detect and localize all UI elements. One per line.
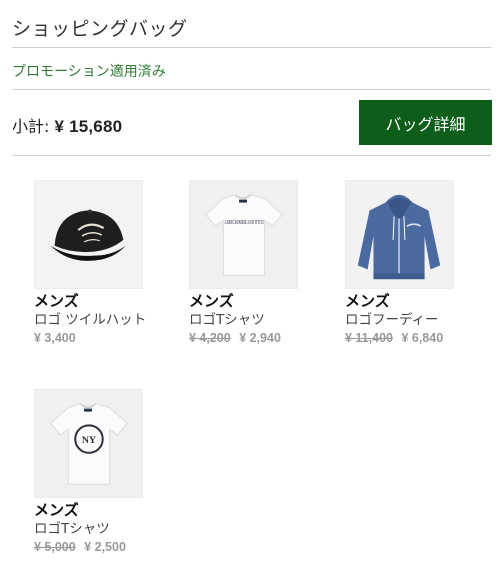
tshirt-image[interactable]: NY: [34, 389, 143, 498]
product-category: メンズ: [34, 501, 79, 519]
tshirt-print-text: ABERCROMBIE AND FITCH: [224, 219, 263, 226]
hoodie-image[interactable]: [345, 180, 454, 289]
product-current-price: ¥ 6,840: [401, 331, 444, 345]
product-price: ¥ 4,200 ¥ 2,940: [189, 330, 339, 347]
subtotal-amount: ¥ 15,680: [54, 117, 123, 136]
bag-detail-button[interactable]: バッグ詳細: [359, 100, 492, 145]
product-card[interactable]: ABERCROMBIE AND FITCH メンズ ロゴTシャツ ¥ 4,200…: [189, 180, 339, 347]
product-card[interactable]: NY メンズ ロゴTシャツ ¥ 5,000 ¥ 2,500: [34, 389, 184, 556]
product-original-price: ¥ 5,000: [34, 540, 76, 554]
divider: [12, 89, 491, 90]
page-title: ショッピングバッグ: [12, 18, 188, 40]
cap-image[interactable]: [34, 180, 143, 289]
product-original-price: ¥ 11,400: [345, 331, 393, 345]
subtotal: 小計: ¥ 15,680: [12, 113, 122, 137]
product-price: ¥ 3,400: [34, 330, 184, 347]
product-price: ¥ 11,400 ¥ 6,840: [345, 330, 495, 347]
product-card[interactable]: メンズ ロゴフーディー ¥ 11,400 ¥ 6,840: [345, 180, 495, 347]
divider: [12, 155, 491, 156]
divider: [12, 47, 491, 48]
product-name[interactable]: ロゴフーディー: [345, 311, 495, 329]
product-name[interactable]: ロゴ ツイルハット: [34, 311, 184, 329]
product-category: メンズ: [189, 292, 234, 310]
product-current-price: ¥ 2,500: [84, 540, 126, 554]
promo-applied-label: プロモーション適用済み: [12, 64, 166, 80]
product-name[interactable]: ロゴTシャツ: [34, 520, 184, 538]
product-category: メンズ: [34, 292, 79, 310]
product-category: メンズ: [345, 292, 390, 310]
product-price: ¥ 5,000 ¥ 2,500: [34, 539, 184, 556]
product-card[interactable]: メンズ ロゴ ツイルハット ¥ 3,400: [34, 180, 184, 347]
tshirt-image[interactable]: ABERCROMBIE AND FITCH: [189, 180, 298, 289]
product-current-price: ¥ 3,400: [34, 331, 76, 345]
product-name[interactable]: ロゴTシャツ: [189, 311, 339, 329]
tshirt-print-text: NY: [82, 435, 96, 446]
subtotal-label: 小計:: [12, 117, 50, 136]
product-original-price: ¥ 4,200: [189, 331, 231, 345]
product-current-price: ¥ 2,940: [239, 331, 281, 345]
